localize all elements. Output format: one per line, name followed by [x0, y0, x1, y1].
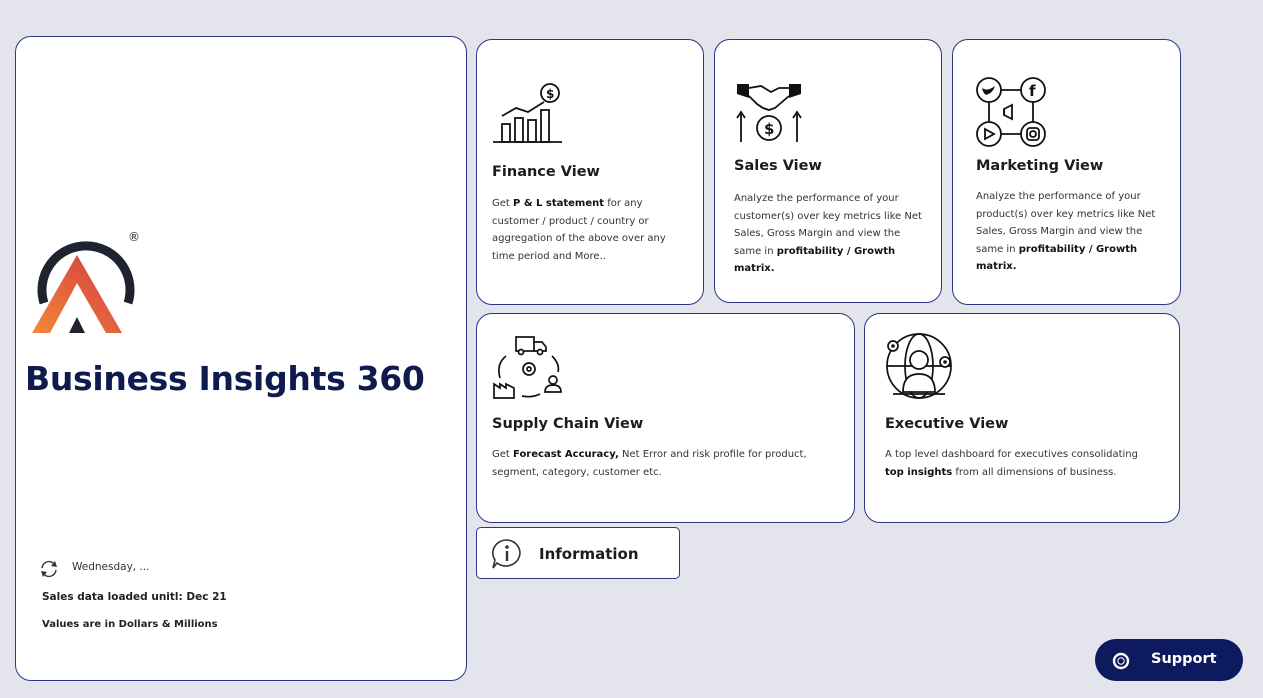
- social-media-icon: f: [976, 77, 1046, 147]
- app-title: Business Insights 360: [25, 359, 425, 398]
- registered-mark: ®: [128, 230, 140, 244]
- support-button[interactable]: Support: [1095, 639, 1243, 681]
- atliq-logo: ®: [32, 230, 140, 333]
- supply-chain-icon: [493, 336, 562, 399]
- sales-data-note: Sales data loaded unitl: Dec 21: [42, 591, 227, 603]
- sales-description: Analyze the performance of your customer…: [734, 193, 922, 274]
- supply-chain-description: Get Forecast Accuracy, Net Error and ris…: [492, 449, 807, 478]
- supply-chain-view-card[interactable]: Supply Chain View Get Forecast Accuracy,…: [476, 313, 855, 523]
- handshake-dollar-icon: $: [736, 84, 802, 142]
- refresh-date: Wednesday, ...: [72, 561, 150, 573]
- finance-description: Get P & L statement for any customer / p…: [492, 198, 666, 262]
- sales-title: Sales View: [734, 158, 822, 174]
- executive-title: Executive View: [885, 416, 1009, 432]
- landing-panel: ® Business Insights 360 Wednesday, ... S…: [15, 36, 467, 681]
- svg-text:$: $: [546, 87, 554, 101]
- support-icon: [1112, 652, 1130, 670]
- marketing-description: Analyze the performance of your product(…: [976, 191, 1156, 272]
- svg-text:f: f: [1029, 82, 1036, 100]
- marketing-view-card[interactable]: f Marketing View Analyze the performance…: [952, 39, 1181, 305]
- refresh-icon: [41, 560, 57, 578]
- finance-chart-icon: $: [493, 83, 562, 143]
- information-label: Information: [539, 545, 639, 563]
- executive-view-card[interactable]: Executive View A top level dashboard for…: [864, 313, 1180, 523]
- support-label: Support: [1151, 651, 1217, 667]
- values-note: Values are in Dollars & Millions: [42, 619, 218, 630]
- svg-text:$: $: [764, 120, 774, 138]
- finance-view-card[interactable]: $ Finance View Get P & L statement for a…: [476, 39, 704, 305]
- info-icon: [492, 539, 521, 569]
- marketing-title: Marketing View: [976, 158, 1104, 174]
- information-button[interactable]: Information: [476, 527, 680, 579]
- supply-chain-title: Supply Chain View: [492, 416, 644, 432]
- sales-view-card[interactable]: $ Sales View Analyze the performance of …: [714, 39, 942, 303]
- executive-globe-icon: [886, 333, 952, 399]
- executive-description: A top level dashboard for executives con…: [885, 449, 1138, 478]
- finance-title: Finance View: [492, 164, 600, 180]
